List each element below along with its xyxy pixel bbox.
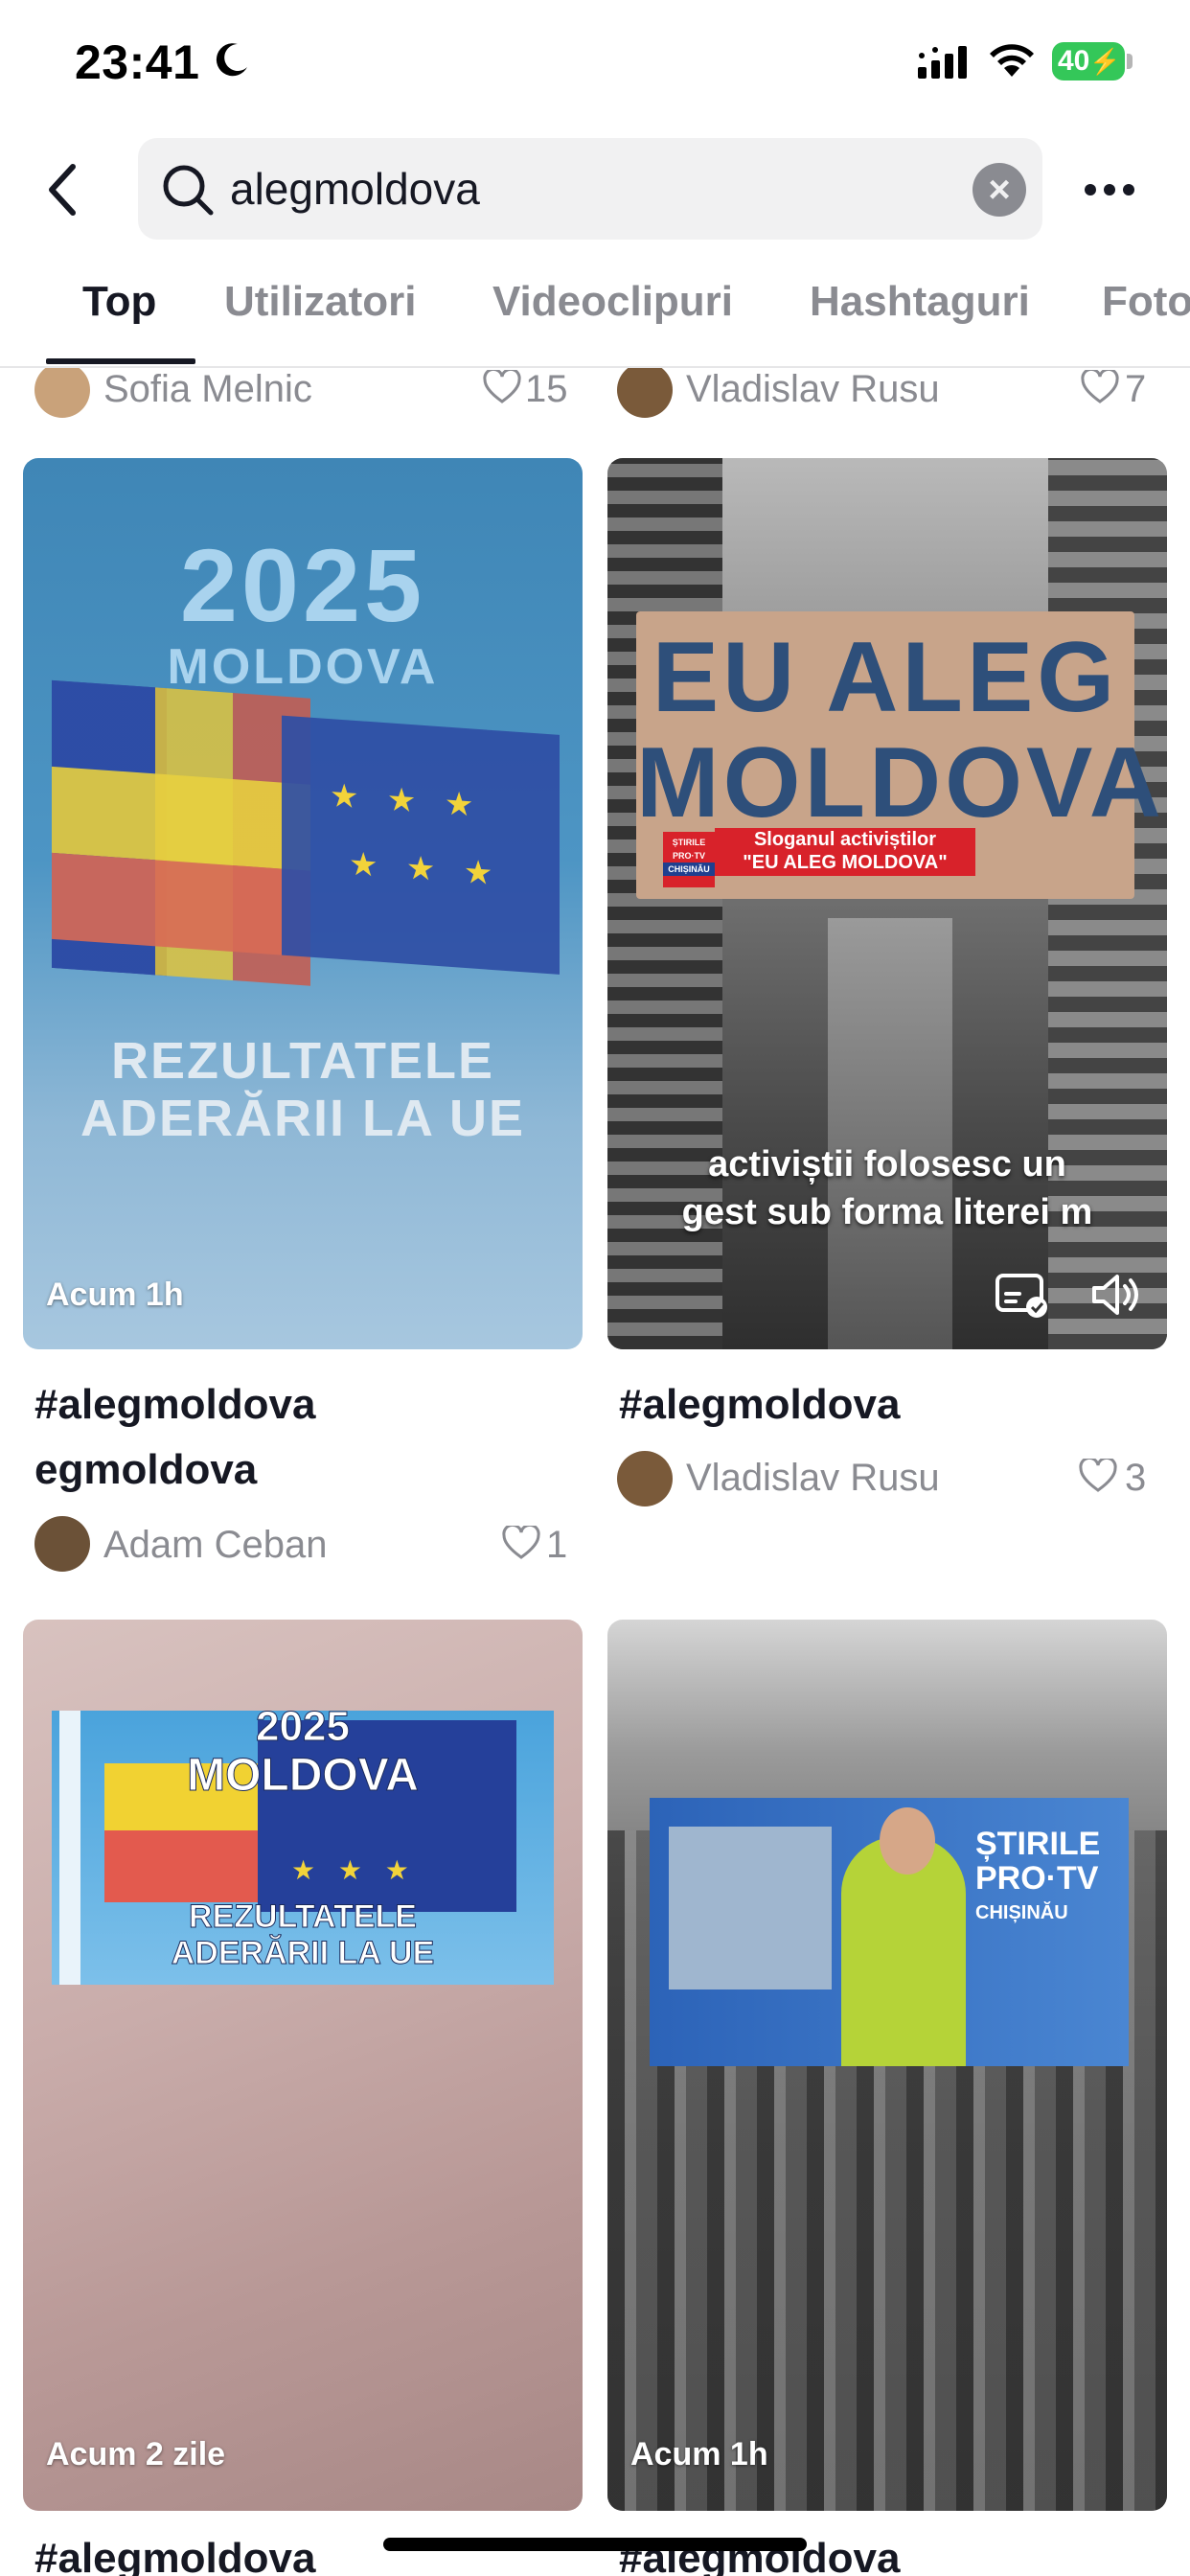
overlay-line: ADERĂRII LA UE xyxy=(80,1090,525,1147)
more-options-icon[interactable] xyxy=(1081,171,1138,209)
captions-icon[interactable] xyxy=(995,1271,1050,1319)
tab-hashtaguri[interactable]: Hashtaguri xyxy=(810,278,1030,326)
search-tabs: Top Utilizatori Videoclipuri Hashtaguri … xyxy=(0,278,1190,368)
news-logo-line: PRO·TV xyxy=(975,1860,1099,1897)
like-count: 7 xyxy=(1125,368,1147,410)
battery-tip xyxy=(1127,54,1133,69)
battery-level: 40 xyxy=(1058,45,1090,77)
video-caption: #alegmoldova xyxy=(619,1372,1156,1438)
time-badge: Acum 1h xyxy=(630,2436,768,2472)
news-logo-line: ȘTIRILE xyxy=(672,838,706,847)
tab-videoclipuri[interactable]: Videoclipuri xyxy=(492,278,733,326)
news-strap-line: "EU ALEG MOLDOVA" xyxy=(743,852,948,873)
time-badge: Acum 2 zile xyxy=(46,2436,226,2472)
news-strap: Sloganul activiștilor "EU ALEG MOLDOVA" xyxy=(715,828,975,876)
news-logo-line: CHIȘINĂU xyxy=(975,1902,1068,1923)
time-badge: Acum 1h xyxy=(46,1276,184,1313)
back-arrow-icon[interactable] xyxy=(40,161,86,218)
inset-image: ★ ★ ★ 2025 MOLDOVA REZULTATELE ADERĂRII … xyxy=(52,1703,554,1985)
news-logo-line: PRO·TV xyxy=(672,851,705,861)
moon-icon xyxy=(216,43,247,77)
overlay-year: 2025 xyxy=(256,1703,351,1751)
battery-indicator: 40⚡ xyxy=(1052,42,1125,80)
video-thumbnail[interactable]: ★ ★ ★ 2025 MOLDOVA REZULTATELE ADERĂRII … xyxy=(23,1620,583,2511)
video-caption: #alegmoldova egmoldova xyxy=(34,1372,571,1503)
flag-graphic: ★ ★ ★ ★ ★ ★ xyxy=(52,679,560,1012)
wifi-icon xyxy=(990,44,1034,77)
news-studio: ȘTIRILE PRO·TV CHIȘINĂU xyxy=(650,1798,1129,2066)
avatar[interactable] xyxy=(617,1451,673,1506)
like-count: 3 xyxy=(1125,1457,1147,1499)
caption-line: #alegmoldova xyxy=(619,1381,901,1428)
video-thumbnail[interactable]: 2025 MOLDOVA ★ ★ ★ ★ ★ ★ REZULTATELE ADE… xyxy=(23,458,583,1349)
search-icon xyxy=(163,165,214,216)
username[interactable]: Vladislav Rusu xyxy=(686,368,940,411)
heart-icon xyxy=(1079,1459,1117,1492)
overlay-country: MOLDOVA xyxy=(187,1750,420,1802)
news-logo-line: CHIȘINĂU xyxy=(663,862,715,876)
news-logo: ȘTIRILE PRO·TV CHIȘINĂU xyxy=(975,1827,1129,1930)
username[interactable]: Adam Ceban xyxy=(103,1524,327,1567)
partial-row: Sofia Melnic 15 Vladislav Rusu 7 xyxy=(0,368,1190,420)
avatar[interactable] xyxy=(34,1516,90,1572)
like-count: 1 xyxy=(546,1524,568,1566)
heart-icon xyxy=(502,1526,540,1559)
sign-text: MOLDOVA xyxy=(636,727,1165,839)
username[interactable]: Sofia Melnic xyxy=(103,368,312,411)
video-thumbnail[interactable]: EU ALEG MOLDOVA ȘTIRILE PRO·TV CHIȘINĂU … xyxy=(607,458,1167,1349)
video-thumbnail[interactable]: ȘTIRILE PRO·TV CHIȘINĂU Acum 1h xyxy=(607,1620,1167,2511)
tab-top[interactable]: Top xyxy=(82,278,156,326)
news-logo-line: ȘTIRILE xyxy=(975,1826,1101,1862)
caption-line: #alegmoldova xyxy=(34,1381,316,1428)
overlay-line: REZULTATELE xyxy=(189,1898,418,1936)
street-graphic xyxy=(828,918,952,1349)
tab-utilizatori[interactable]: Utilizatori xyxy=(224,278,416,326)
subtitle-line: gest sub forma literei m xyxy=(681,1192,1093,1232)
active-tab-indicator xyxy=(46,358,195,364)
overlay-line: ADERĂRII LA UE xyxy=(171,1935,435,1972)
cellular-signal-icon xyxy=(918,46,967,79)
search-input[interactable]: alegmoldova xyxy=(230,163,480,215)
username[interactable]: Vladislav Rusu xyxy=(686,1457,940,1500)
heart-icon xyxy=(1081,370,1119,403)
home-indicator xyxy=(383,2538,807,2551)
heart-icon xyxy=(483,370,521,403)
like-count: 15 xyxy=(525,368,568,410)
status-time: 23:41 xyxy=(75,35,200,89)
clear-search-icon[interactable]: × xyxy=(973,163,1026,217)
volume-icon[interactable] xyxy=(1088,1271,1142,1319)
tab-foto[interactable]: Foto xyxy=(1102,278,1190,326)
subtitle-line: activiștii folosesc un xyxy=(708,1144,1066,1184)
news-logo: ȘTIRILE PRO·TV CHIȘINĂU xyxy=(663,832,715,887)
avatar[interactable] xyxy=(617,368,673,418)
sign-text: EU ALEG xyxy=(652,622,1119,733)
avatar[interactable] xyxy=(34,368,90,418)
overlay-line: REZULTATELE xyxy=(111,1032,494,1090)
caption-line: egmoldova xyxy=(34,1446,258,1493)
charging-bolt-icon: ⚡ xyxy=(1089,47,1121,76)
video-subtitle: activiștii folosesc un gest sub forma li… xyxy=(607,1140,1167,1236)
news-strap-line: Sloganul activiștilor xyxy=(753,829,937,850)
overlay-year: 2025 xyxy=(179,527,426,643)
